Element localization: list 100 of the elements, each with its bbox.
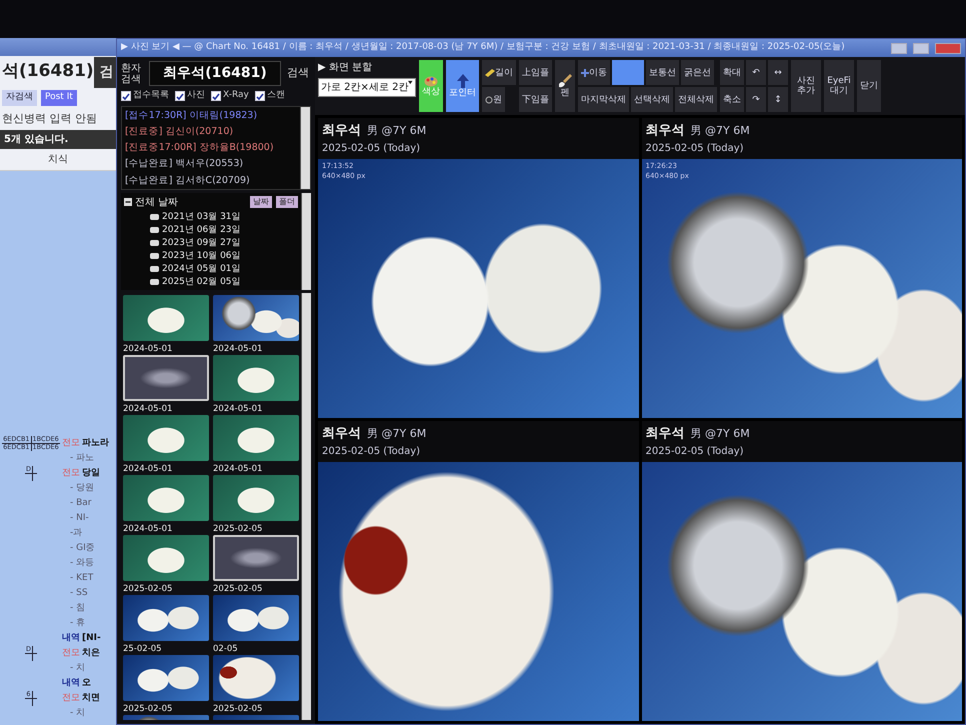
scrollbar[interactable] [301, 192, 311, 290]
toolbar-button[interactable]: EyeFi 대기 [824, 60, 854, 112]
tree-item[interactable]: 2023년 10월 06일 [124, 250, 298, 262]
checkbox[interactable] [121, 90, 131, 101]
toolbar-button[interactable]: 확대 [720, 60, 744, 85]
record-text: - 와등 [69, 556, 94, 570]
palette-icon [424, 76, 438, 86]
tree-item[interactable]: 2024년 05월 01일 [124, 262, 298, 274]
scrollbar[interactable] [301, 292, 311, 720]
photo-thumbnail[interactable] [123, 414, 209, 460]
record-text: - 휴 [69, 616, 86, 630]
toolbar-button[interactable]: 이동 [578, 60, 610, 85]
record-text: - 침 [69, 602, 86, 615]
thumbnail-date: 2025-02-05 [213, 524, 264, 534]
photo-thumbnail[interactable] [213, 474, 299, 520]
thumbnail-date: 2024-05-01 [123, 404, 174, 414]
checkbox-label[interactable]: 접수목록 [133, 89, 169, 102]
photo-thumbnail[interactable] [213, 294, 299, 340]
patient-info: 男 @7Y 6M [690, 427, 750, 440]
photo-thumbnail[interactable] [123, 594, 209, 640]
record-tag: 전모 [62, 466, 80, 480]
toolbar-button[interactable]: 보통선 [646, 60, 679, 85]
checkbox[interactable] [175, 90, 185, 101]
search-field[interactable]: 최우석(16481) [149, 61, 281, 86]
toolbar-button[interactable]: 자검색 [2, 90, 37, 106]
tree-button[interactable]: 폴더 [276, 196, 298, 208]
patient-item[interactable]: [수납완료] 백서우(20553) [125, 157, 297, 172]
photo-thumbnail[interactable] [123, 654, 209, 700]
photo-thumbnail[interactable] [123, 294, 209, 340]
patient-info: 男 @7Y 6M [367, 427, 426, 440]
record-text: - NI- [69, 512, 89, 525]
photo-date: 2025-02-05 (Today) [646, 444, 745, 458]
photo-thumbnail[interactable] [213, 354, 299, 400]
photo-thumbnail[interactable] [213, 654, 299, 700]
patient-item[interactable]: [접수17:30R] 이태림(19823) [125, 108, 297, 123]
patient-item[interactable]: [진료중17:00R] 장하율B(19800) [125, 141, 297, 156]
thumbnail-date: 2025-02-05 [123, 584, 174, 594]
toolbar-button[interactable]: Post It [41, 90, 77, 106]
toolbar-button[interactable]: 전체삭제 [675, 87, 717, 112]
toolbar-button[interactable]: 마지막삭제 [578, 87, 629, 112]
photo-thumbnail[interactable] [123, 534, 209, 580]
toolbar-button[interactable]: 원 [482, 87, 505, 112]
circle-icon [485, 96, 493, 104]
layout-dropdown[interactable]: 가로 2칸×세로 2칸 [318, 78, 416, 97]
checkmark-icon [212, 92, 220, 101]
record-text: - GI중 [69, 542, 95, 555]
search-button[interactable]: 검 [94, 56, 116, 88]
patient-name: 최우석 [322, 426, 361, 441]
toolbar-button[interactable]: ↶ [746, 60, 766, 85]
checkmark-icon [122, 92, 130, 101]
checkbox-label[interactable]: 사진 [187, 89, 205, 102]
toolbar-button[interactable]: 닫기 [857, 60, 881, 112]
tree-button[interactable]: 날짜 [250, 196, 272, 208]
photo-thumbnail[interactable] [213, 414, 299, 460]
record-text: 당일 [82, 466, 100, 480]
toolbar-button[interactable]: 下임플 [519, 87, 552, 112]
collapse-icon[interactable] [124, 198, 132, 206]
checkbox[interactable] [254, 90, 265, 101]
record-tag: 내역 [62, 676, 80, 690]
tree-item[interactable]: 2021년 03월 31일 [124, 210, 298, 222]
toolbar-button[interactable]: 축소 [720, 87, 744, 112]
record-tag: 전모 [62, 436, 80, 450]
tree-item[interactable]: 2023년 09월 27일 [124, 236, 298, 248]
thumbnail-date: 2025-02-05 [123, 704, 174, 714]
scrollbar[interactable] [300, 106, 310, 188]
photo-thumbnail[interactable] [123, 354, 209, 400]
tree-item[interactable]: 2025년 02월 05일 [124, 276, 298, 288]
toolbar-button[interactable]: 上임플 [519, 60, 552, 85]
thumbnail-date: 2024-05-01 [213, 344, 264, 354]
record-text: - 파노 [69, 452, 94, 465]
record-text: - 치 [69, 662, 86, 675]
record-text: 치은 [82, 646, 100, 660]
toolbar-button[interactable]: ↷ [746, 87, 766, 112]
tree-root[interactable]: 전체 날짜 [135, 194, 178, 210]
toolbar-button[interactable]: ↔ [768, 60, 788, 85]
patient-item[interactable]: [수납완료] 김서하C(20709) [125, 174, 297, 188]
search-button[interactable]: 검색 [285, 65, 311, 82]
notice-text: 현신병력 입력 안됨 [1, 110, 98, 126]
toolbar-button[interactable]: ↕ [768, 87, 788, 112]
toolbar-button[interactable]: 펜 [555, 60, 575, 112]
thumbnail-date: 2024-05-01 [123, 344, 174, 354]
toolbar-button[interactable]: 굵은선 [681, 60, 714, 85]
photo-date: 2025-02-05 (Today) [322, 444, 422, 458]
ruler-icon [485, 68, 495, 76]
checkbox[interactable] [211, 90, 221, 101]
photo-thumbnail[interactable] [213, 594, 299, 640]
photo-thumbnail[interactable] [213, 534, 299, 580]
record-text: - KET [69, 572, 94, 585]
toolbar-button[interactable]: 사진 추가 [791, 60, 821, 112]
checkbox-label[interactable]: 스캔 [266, 89, 285, 102]
toolbar-button[interactable]: 길이 [482, 60, 516, 85]
record-text: - Bar [69, 496, 92, 510]
checkmark-icon [256, 92, 264, 101]
tree-item[interactable]: 2021년 06월 23일 [124, 224, 298, 236]
toolbar-button[interactable]: 선택삭제 [631, 87, 673, 112]
record-text: 파노라 [82, 436, 109, 450]
checkbox-label[interactable]: X-Ray [223, 89, 249, 102]
photo-thumbnail[interactable] [123, 474, 209, 520]
patient-name: 석(16481) [2, 60, 94, 84]
patient-item[interactable]: [진료중] 김신이(20710) [125, 124, 297, 139]
